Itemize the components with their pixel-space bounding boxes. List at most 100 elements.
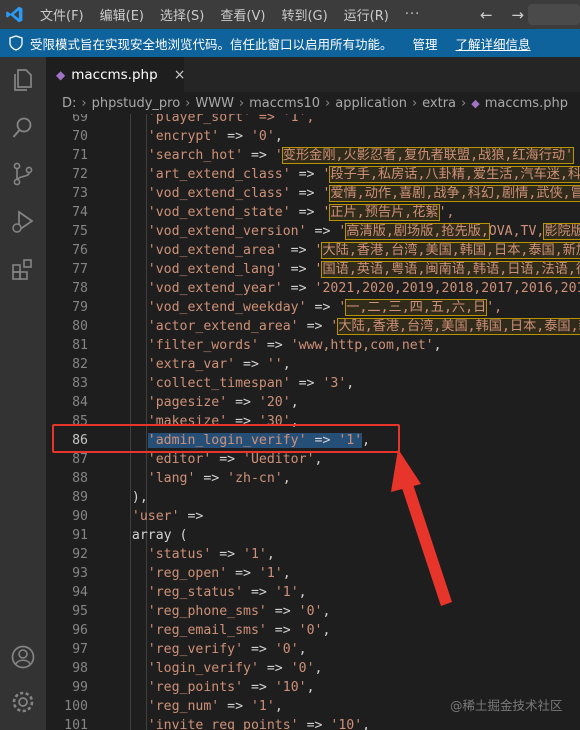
extensions-icon[interactable] — [10, 257, 36, 283]
menu-selection[interactable]: 选择(S) — [160, 5, 204, 24]
code-token: 'vod_extend_year' — [116, 281, 283, 296]
code-token: => — [195, 471, 228, 486]
code-token: 大陆,香港,台湾,美国,韩国,日本,泰国,新加坡 — [321, 242, 580, 259]
activity-bar — [0, 57, 46, 730]
code-token: => — [227, 566, 259, 581]
menu-view[interactable]: 查看(V) — [220, 5, 265, 24]
code-token: '20' — [258, 395, 291, 410]
chevron-right-icon: › — [185, 95, 191, 111]
code-line[interactable]: 88 'lang' => 'zh-cn', — [46, 469, 580, 488]
menu-edit[interactable]: 编辑(E) — [100, 5, 144, 24]
line-number: 78 — [72, 281, 88, 296]
code-token: 'vod_extend_weekday' — [116, 300, 307, 315]
shield-icon — [9, 35, 23, 51]
code-token: => — [290, 376, 323, 391]
code-line[interactable]: 80 'actor_extend_area' => '大陆,香港,台湾,美国,韩… — [46, 317, 580, 336]
code-token: '0' — [250, 129, 275, 144]
code-line[interactable]: 89 ), — [46, 488, 580, 507]
breadcrumb-item[interactable]: D: — [62, 96, 76, 111]
code-line[interactable]: 97 'reg_verify' => '0', — [46, 640, 580, 659]
code-line[interactable]: 95 'reg_phone_sms' => '0', — [46, 602, 580, 621]
forward-arrow-icon[interactable]: → — [511, 6, 524, 24]
chevron-right-icon: › — [238, 95, 245, 111]
close-icon[interactable]: × — [174, 67, 186, 83]
search-icon[interactable] — [10, 115, 36, 141]
code-token: => — [243, 585, 275, 600]
code-line[interactable]: 98 'login_verify' => '0', — [46, 659, 580, 678]
code-token: => — [306, 224, 339, 239]
menu-more[interactable]: ··· — [405, 7, 420, 22]
code-token: 'reg_status' — [116, 585, 244, 600]
code-text: 'vod_extend_version' => '高清版,剧场版,抢先版,OVA… — [116, 222, 580, 241]
learn-more-link[interactable]: 了解详细信息 — [456, 34, 531, 53]
code-token: '10' — [274, 680, 307, 695]
code-editor[interactable]: 69 'player_sort' => '1', 70 'encrypt' => … — [46, 114, 580, 730]
code-line[interactable]: 77 'vod_extend_lang' => '国语,英语,粤语,闽南语,韩语… — [46, 260, 580, 279]
code-token: , — [306, 680, 315, 695]
code-token: 'reg_verify' — [116, 642, 244, 657]
code-line[interactable]: 71 'search_hot' => '变形金刚,火影忍者,复仇者联盟,战狼,红… — [46, 146, 580, 165]
code-line[interactable]: 93 'reg_open' => '1', — [46, 564, 580, 583]
code-line[interactable]: 82 'extra_var' => '', — [46, 355, 580, 374]
command-center-search[interactable] — [528, 4, 580, 25]
code-text: 'encrypt' => '0', — [116, 127, 283, 146]
code-token: 'vod_extend_area' — [116, 243, 283, 258]
menu-go[interactable]: 转到(G) — [281, 5, 327, 24]
code-line[interactable]: 101 'invite_reg_points' => '10', — [46, 716, 580, 730]
code-text: 'lang' => 'zh-cn', — [116, 469, 291, 488]
code-token: 'vod_extend_state' — [116, 205, 291, 220]
code-token: 'art_extend_class' — [116, 167, 291, 182]
chevron-right-icon: › — [81, 95, 87, 111]
code-line[interactable]: 91 array ( — [46, 526, 580, 545]
code-line[interactable]: 76 'vod_extend_area' => '大陆,香港,台湾,美国,韩国,… — [46, 241, 580, 260]
explorer-icon[interactable] — [10, 67, 36, 93]
settings-gear-icon[interactable] — [10, 689, 36, 715]
source-control-icon[interactable] — [10, 161, 36, 187]
code-line[interactable]: 92 'status' => '1', — [46, 545, 580, 564]
code-line[interactable]: 78 'vod_extend_year' => '2021,2020,2019,… — [46, 279, 580, 298]
code-token: 'reg_points' — [116, 680, 244, 695]
code-token: => — [211, 452, 244, 467]
line-number: 101 — [64, 718, 88, 730]
breadcrumb-item[interactable]: maccms.php — [485, 96, 568, 111]
code-token: 'extra_var' — [116, 357, 236, 372]
code-line[interactable]: 69 'player_sort' => '1', — [46, 114, 580, 127]
breadcrumb-item[interactable]: extra — [422, 96, 456, 111]
chevron-right-icon: › — [461, 95, 467, 111]
account-icon[interactable] — [10, 644, 36, 670]
breadcrumb-item[interactable]: phpstudy_pro — [92, 96, 181, 111]
code-text: 'vod_extend_year' => '2021,2020,2019,201… — [116, 279, 580, 298]
code-line[interactable]: 74 'vod_extend_state' => '正片,预告片,花絮', — [46, 203, 580, 222]
code-line[interactable]: 72 'art_extend_class' => '段子手,私房话,八卦精,爱生… — [46, 165, 580, 184]
manage-link[interactable]: 管理 — [413, 34, 438, 53]
code-token: , — [314, 452, 323, 467]
code-line[interactable]: 81 'filter_words' => 'www,http,com,net', — [46, 336, 580, 355]
menu-run[interactable]: 运行(R) — [344, 5, 389, 24]
code-token: , — [274, 129, 283, 144]
code-token: 'user' — [116, 509, 180, 524]
line-number: 79 — [72, 300, 88, 315]
code-line[interactable]: 94 'reg_status' => '1', — [46, 583, 580, 602]
tab-maccms-php[interactable]: ◆ maccms.php × — [46, 57, 186, 92]
run-debug-icon[interactable] — [10, 209, 36, 235]
menu-file[interactable]: 文件(F) — [40, 5, 84, 24]
code-token: , — [322, 604, 331, 619]
code-token: 'zh-cn' — [227, 471, 283, 486]
code-text: 'actor_extend_area' => '大陆,香港,台湾,美国,韩国,日… — [116, 317, 580, 336]
code-line[interactable]: 75 'vod_extend_version' => '高清版,剧场版,抢先版,… — [46, 222, 580, 241]
code-line[interactable]: 84 'pagesize' => '20', — [46, 393, 580, 412]
breadcrumb-item[interactable]: WWW — [195, 96, 234, 111]
code-line[interactable]: 70 'encrypt' => '0', — [46, 127, 580, 146]
back-arrow-icon[interactable]: ← — [480, 6, 493, 24]
code-line[interactable]: 79 'vod_extend_weekday' => '一,二,三,四,五,六,… — [46, 298, 580, 317]
breadcrumb-item[interactable]: maccms10 — [249, 96, 320, 111]
code-line[interactable]: 73 'vod_extend_class' => '爱情,动作,喜剧,战争,科幻… — [46, 184, 580, 203]
code-line[interactable]: 83 'collect_timespan' => '3', — [46, 374, 580, 393]
breadcrumb-item[interactable]: application — [335, 96, 407, 111]
code-token: , — [433, 338, 442, 353]
code-line[interactable]: 90 'user' => — [46, 507, 580, 526]
code-line[interactable]: 96 'reg_email_sms' => '0', — [46, 621, 580, 640]
code-token: => — [179, 509, 204, 524]
code-token: , — [282, 357, 291, 372]
code-token: OVA,TV, — [488, 224, 545, 239]
